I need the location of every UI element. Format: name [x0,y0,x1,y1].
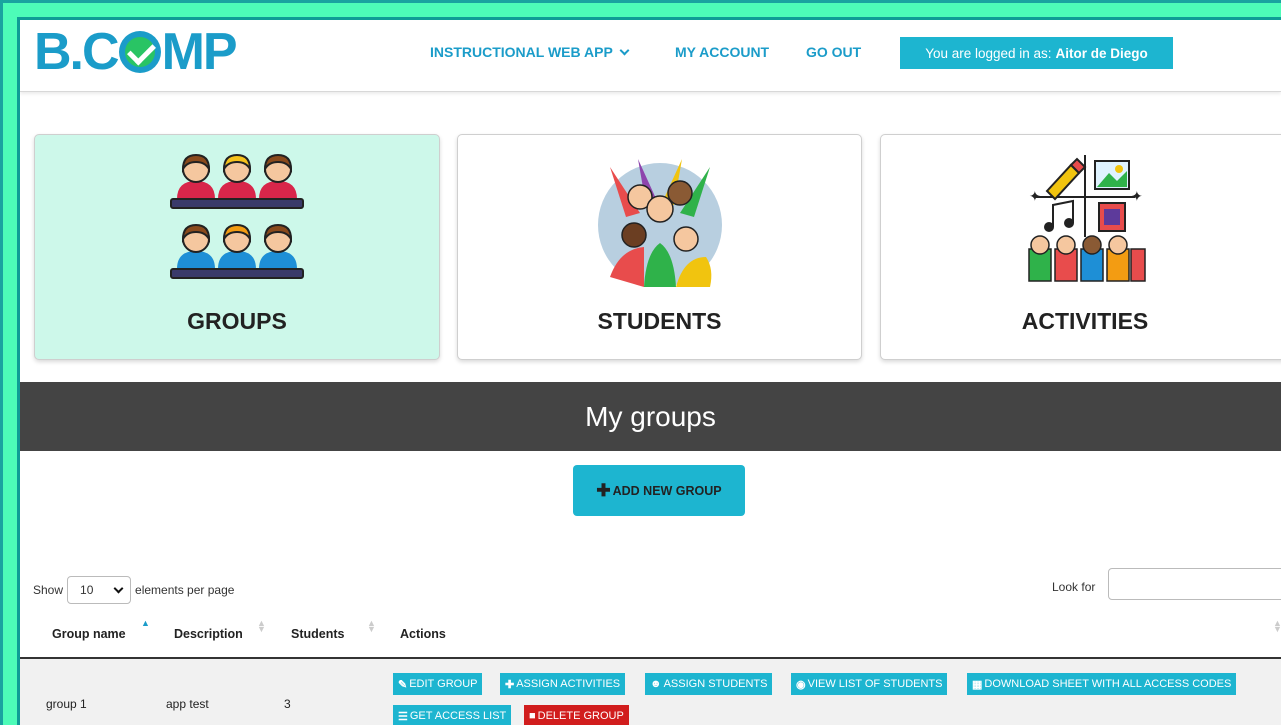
section-title: My groups [585,400,716,432]
sort-icon[interactable]: ▲▼ [367,619,376,634]
sort-icon[interactable]: ▲▼ [257,619,266,634]
cell-students: 3 [284,697,291,711]
column-header-group-name[interactable]: Group name [52,627,126,641]
nav-instructional-label: INSTRUCTIONAL WEB APP [430,44,613,60]
sort-icon[interactable]: ▲▼ [1273,619,1281,634]
logged-in-badge: You are logged in as: Aitor de Diego [900,37,1173,69]
page-size-select[interactable]: 10 [67,576,132,604]
groups-icon [170,153,304,279]
look-for-label: Look for [1052,580,1096,594]
users-icon: ☻ [650,678,662,690]
chevron-down-icon [619,45,630,56]
svg-text:✦: ✦ [1029,188,1041,204]
section-title-band: My groups [20,382,1281,451]
assign-activities-button[interactable]: ✚ ASSIGN ACTIVITIES [500,673,626,695]
trash-icon: ■ [529,710,536,722]
download-access-codes-button[interactable]: ▦ DOWNLOAD SHEET WITH ALL ACCESS CODES [967,673,1237,695]
students-icon [597,159,722,287]
students-card-label: STUDENTS [597,308,722,334]
column-header-students[interactable]: Students [291,627,344,641]
activities-card[interactable]: ✦ ✦ ACTIVITIES [880,134,1281,360]
edit-group-label: EDIT GROUP [409,678,478,690]
column-header-description[interactable]: Description [174,627,243,641]
puzzle-icon: ✚ [505,678,515,691]
search-input[interactable] [1108,568,1281,600]
view-list-label: VIEW LIST OF STUDENTS [807,678,943,690]
assign-students-button[interactable]: ☻ ASSIGN STUDENTS [645,673,773,695]
add-new-group-label: ADD NEW GROUP [612,483,722,498]
delete-group-button[interactable]: ■ DELETE GROUP [524,705,629,725]
edit-icon: ✎ [398,678,408,691]
per-page-label: elements per page [135,583,235,597]
list-icon: ☰ [398,710,408,723]
view-list-of-students-button[interactable]: ◉ VIEW LIST OF STUDENTS [791,673,948,695]
show-label: Show [33,583,64,597]
nav-instructional-web-app[interactable]: INSTRUCTIONAL WEB APP [430,44,630,60]
assign-students-label: ASSIGN STUDENTS [663,678,768,690]
activities-icon: ✦ ✦ [1028,155,1146,282]
qr-code-icon: ▦ [972,678,983,691]
download-sheet-label: DOWNLOAD SHEET WITH ALL ACCESS CODES [984,678,1232,690]
nav-go-out[interactable]: GO OUT [806,44,861,60]
eye-icon: ◉ [796,678,806,691]
bcomp-logo[interactable]: B.C MP [34,23,238,81]
students-card[interactable]: STUDENTS [457,134,862,360]
logged-in-user: Aitor de Diego [1055,45,1148,61]
chevron-down-icon [113,583,124,593]
activities-card-label: ACTIVITIES [1021,308,1149,334]
add-new-group-button[interactable]: ✚ ADD NEW GROUP [573,465,745,516]
page-size-control: Show 10 elements per page [33,576,234,604]
logged-in-prefix: You are logged in as: [925,45,1052,61]
cell-group-name: group 1 [46,697,87,711]
check-circle-icon [118,31,161,73]
groups-card[interactable]: GROUPS [34,134,440,360]
delete-group-label: DELETE GROUP [537,710,624,722]
top-header: B.C MP INSTRUCTIONAL WEB APP MY ACCOUNT G… [20,20,1281,92]
plus-icon: ✚ [596,480,611,500]
get-access-list-label: GET ACCESS LIST [409,710,507,722]
get-access-list-button[interactable]: ☰ GET ACCESS LIST [393,705,512,725]
nav-my-account[interactable]: MY ACCOUNT [675,44,769,60]
svg-text:✦: ✦ [1131,188,1143,204]
edit-group-button[interactable]: ✎ EDIT GROUP [393,673,483,695]
column-header-actions: Actions [400,627,446,641]
cell-description: app test [166,697,209,711]
assign-activities-label: ASSIGN ACTIVITIES [516,678,621,690]
sort-icon[interactable]: ▲ [141,619,150,628]
app-window: B.C MP INSTRUCTIONAL WEB APP MY ACCOUNT G… [17,17,1281,725]
page-size-value: 10 [80,583,94,597]
groups-card-label: GROUPS [187,308,287,334]
